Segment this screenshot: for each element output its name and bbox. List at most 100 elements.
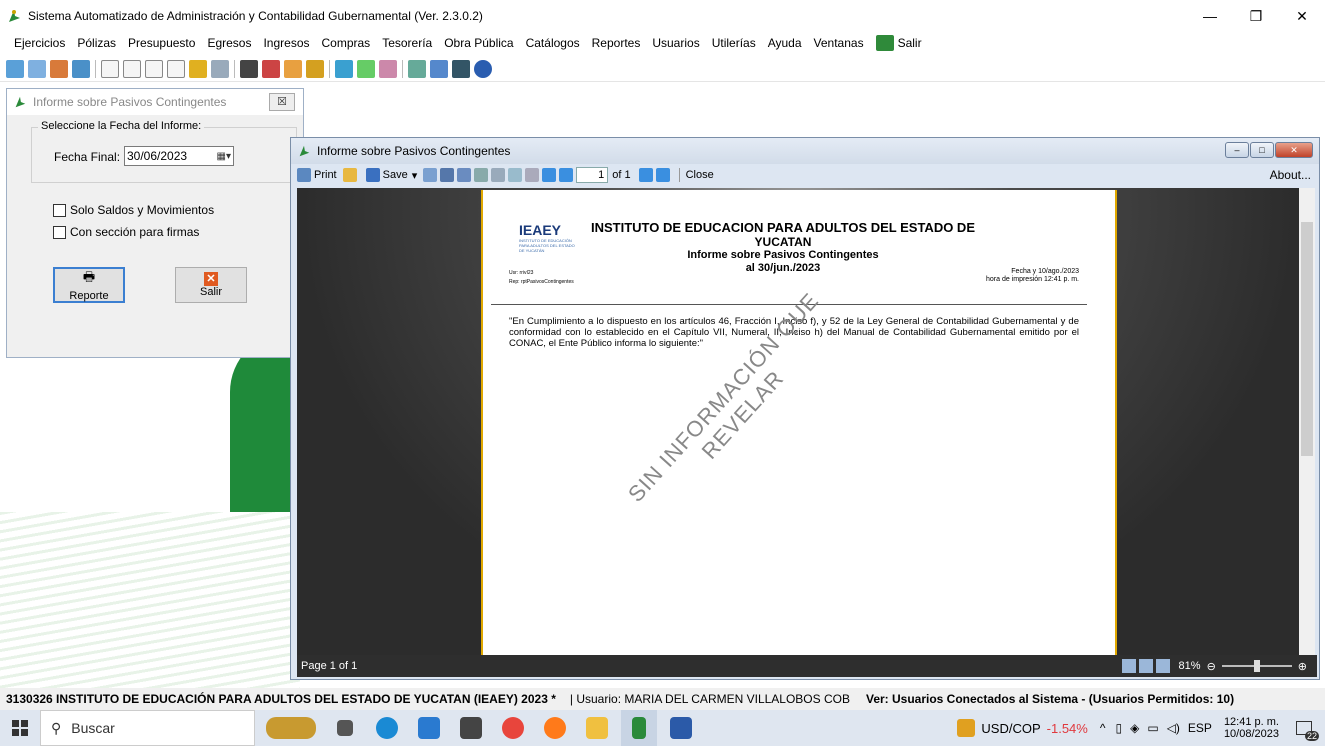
menu-compras[interactable]: Compras [316, 36, 377, 50]
save-icon[interactable] [452, 59, 470, 78]
tree-icon[interactable] [408, 59, 426, 78]
menu-ventanas[interactable]: Ventanas [808, 36, 870, 50]
fecha-group: Seleccione la Fecha del Informe: Fecha F… [31, 120, 297, 183]
last-page-icon[interactable] [655, 168, 670, 182]
chevron-up-icon[interactable]: ^ [1100, 721, 1106, 735]
menu-presupuesto[interactable]: Presupuesto [122, 36, 201, 50]
page-setup-icon[interactable] [525, 168, 540, 182]
minimize-button[interactable]: — [1187, 0, 1233, 32]
language-indicator[interactable]: ESP [1188, 721, 1212, 735]
solo-saldos-checkbox[interactable]: Solo Saldos y Movimientos [53, 203, 214, 217]
volume-icon[interactable]: ◁) [1167, 721, 1180, 735]
printer-icon[interactable] [211, 59, 229, 78]
c-icon[interactable] [101, 59, 119, 78]
fit-width-icon[interactable] [1138, 659, 1153, 673]
monitor-icon[interactable]: ▭ [1147, 721, 1158, 735]
reporte-button[interactable]: 🖶 Reporte [53, 267, 125, 303]
users-icon[interactable] [379, 59, 397, 78]
salir-button[interactable]: ✕ Salir [175, 267, 247, 303]
taskbar-store[interactable] [411, 710, 447, 746]
taskbar-firefox[interactable] [537, 710, 573, 746]
firmas-checkbox[interactable]: Con sección para firmas [53, 225, 199, 239]
save-button[interactable]: Save ▾ [365, 168, 417, 182]
battery-icon[interactable]: ▯ [1116, 721, 1123, 735]
taskbar-search[interactable]: ⚲ Buscar [40, 710, 255, 746]
grid-icon[interactable] [72, 59, 90, 78]
dialog-close-button[interactable]: ☒ [269, 93, 295, 111]
box-icon[interactable] [306, 59, 324, 78]
menu-ejercicios[interactable]: Ejercicios [8, 36, 71, 50]
report-minimize-button[interactable]: – [1225, 142, 1249, 158]
print-button[interactable]: Print [297, 168, 337, 182]
d-icon[interactable] [123, 59, 141, 78]
maximize-button[interactable]: ❐ [1233, 0, 1279, 32]
fecha-final-input[interactable]: 30/06/2023 ▦▾ [124, 146, 234, 166]
globe-icon[interactable] [430, 59, 448, 78]
taskbar-lion-widget[interactable] [261, 710, 321, 746]
scrollbar-thumb[interactable] [1301, 222, 1313, 456]
menu-utilerias[interactable]: Utilerías [706, 36, 762, 50]
page-number-input[interactable]: 1 [576, 167, 609, 183]
menu-catalogos[interactable]: Catálogos [520, 36, 586, 50]
menu-ayuda[interactable]: Ayuda [762, 36, 808, 50]
help-icon[interactable] [474, 59, 492, 78]
zoom-slider-knob[interactable] [1253, 660, 1260, 672]
transfer-icon[interactable] [50, 59, 68, 78]
menu-salir[interactable]: Salir [870, 35, 928, 51]
edit-icon[interactable] [262, 59, 280, 78]
prev-page-icon[interactable] [559, 168, 574, 182]
taskbar-mail[interactable] [453, 710, 489, 746]
find-icon[interactable] [440, 168, 455, 182]
pe-icon[interactable] [189, 59, 207, 78]
menu-egresos[interactable]: Egresos [201, 36, 257, 50]
tools-icon[interactable] [357, 59, 375, 78]
close-report-button[interactable]: Close [686, 169, 714, 181]
layout-icon[interactable] [474, 168, 489, 182]
open-button[interactable] [342, 168, 360, 182]
zoom-slider[interactable] [1221, 660, 1292, 672]
multi-page-icon[interactable] [1155, 659, 1170, 673]
taskbar-chrome[interactable] [495, 710, 531, 746]
menu-usuarios[interactable]: Usuarios [646, 36, 705, 50]
report-maximize-button[interactable]: □ [1250, 142, 1274, 158]
notification-button[interactable]: 22 [1291, 715, 1319, 741]
refresh-icon[interactable] [6, 59, 24, 78]
checkbox-box[interactable] [53, 203, 66, 217]
e-icon[interactable] [145, 59, 163, 78]
zoom-in-icon[interactable]: ⊕ [1298, 660, 1307, 673]
copy-icon[interactable] [491, 168, 506, 182]
report-icon[interactable] [335, 59, 353, 78]
zoom-icon[interactable] [508, 168, 523, 182]
network-icon[interactable]: ◈ [1130, 721, 1139, 735]
zoom-out-icon[interactable]: ⊖ [1207, 660, 1216, 673]
about-link[interactable]: About... [1270, 168, 1311, 182]
taskbar-saacg[interactable] [621, 710, 657, 746]
connected-users-status[interactable]: Ver: Usuarios Conectados al Sistema - (U… [866, 692, 1234, 706]
taskbar-explorer[interactable] [579, 710, 615, 746]
taskbar-edge[interactable] [369, 710, 405, 746]
menu-reportes[interactable]: Reportes [586, 36, 647, 50]
calendar-dropdown-icon[interactable]: ▦▾ [217, 148, 231, 166]
menu-tesoreria[interactable]: Tesorería [376, 36, 438, 50]
clock[interactable]: 12:41 p. m. 10/08/2023 [1224, 716, 1279, 740]
next-page-icon[interactable] [638, 168, 653, 182]
menu-ingresos[interactable]: Ingresos [257, 36, 315, 50]
clipboard-icon[interactable] [240, 59, 258, 78]
menu-obra-publica[interactable]: Obra Pública [438, 36, 519, 50]
report-close-button[interactable]: ✕ [1275, 142, 1313, 158]
taskbar-word[interactable] [663, 710, 699, 746]
viewer-scrollbar[interactable] [1299, 188, 1315, 655]
fit-page-icon[interactable] [1121, 659, 1136, 673]
first-page-icon[interactable] [542, 168, 557, 182]
close-button[interactable]: ✕ [1279, 0, 1325, 32]
document-icon[interactable] [28, 59, 46, 78]
taskbar-taskview[interactable] [327, 710, 363, 746]
checkbox-box[interactable] [53, 225, 66, 239]
email-icon[interactable] [423, 168, 438, 182]
grid-icon[interactable] [457, 168, 472, 182]
truck-icon[interactable] [284, 59, 302, 78]
p-icon[interactable] [167, 59, 185, 78]
menu-polizas[interactable]: Pólizas [71, 36, 122, 50]
currency-pair[interactable]: USD/COP [981, 721, 1040, 736]
start-button[interactable] [0, 710, 40, 746]
